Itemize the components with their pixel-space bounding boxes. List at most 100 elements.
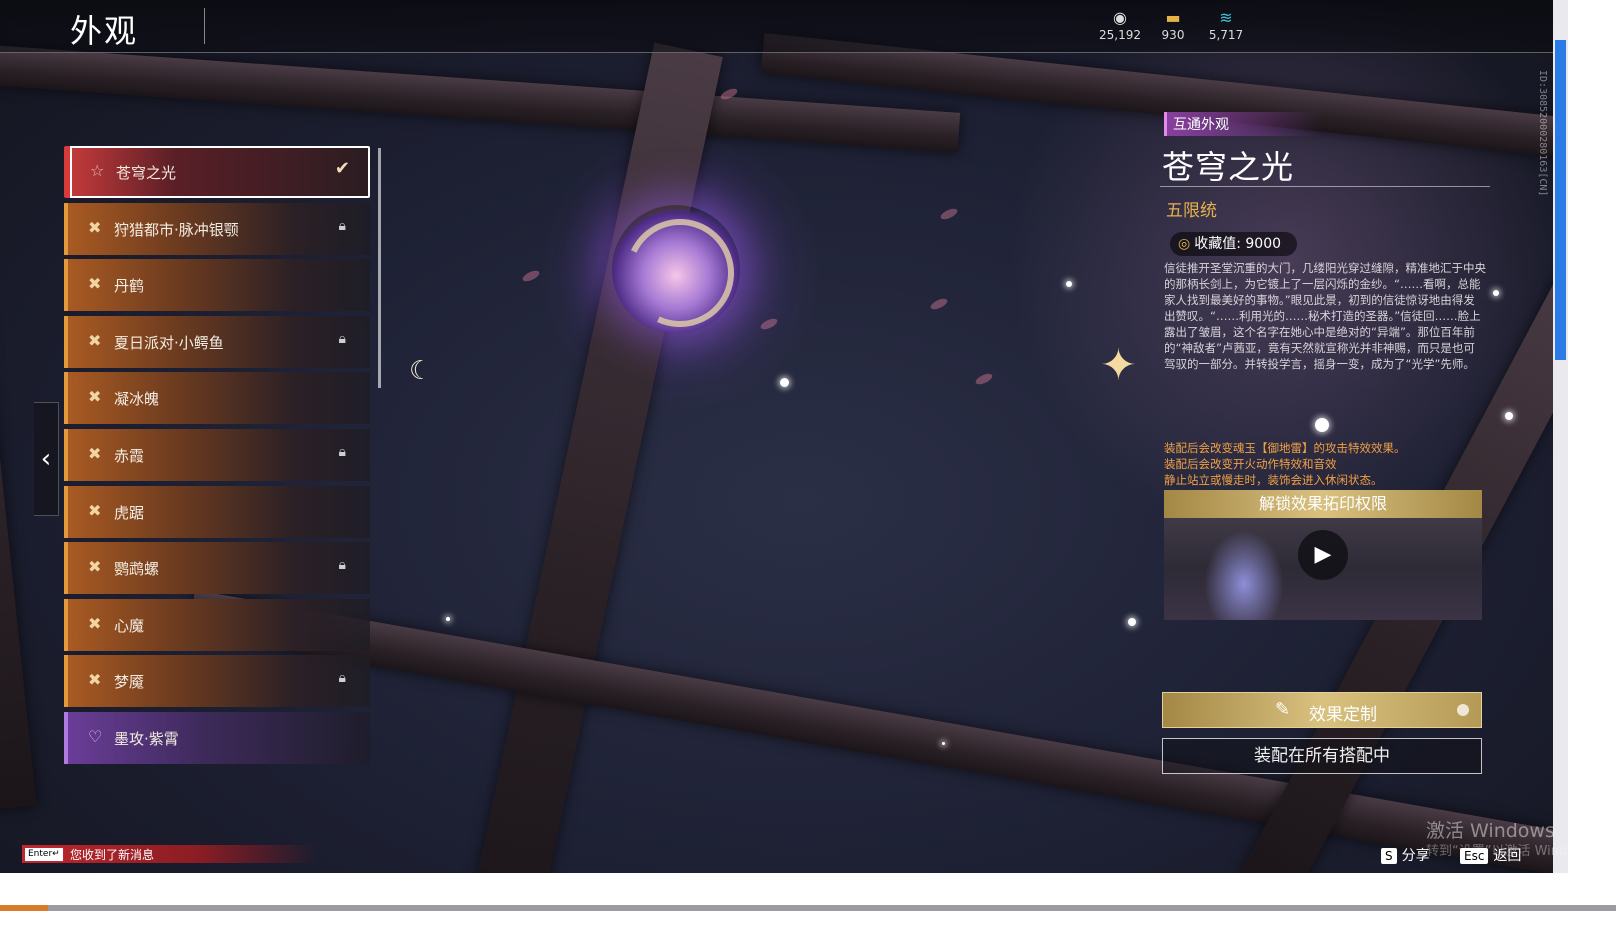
skin-item[interactable]: ✖ 鹦鹉螺 🔒︎ xyxy=(64,542,370,595)
notification-text: 您收到了新消息 xyxy=(70,848,155,862)
effect-note: 装配后会改变开火动作特效和音效 xyxy=(1164,457,1337,471)
moon-icon: ☾ xyxy=(409,356,433,386)
feather-icon: ≋ xyxy=(1219,8,1233,27)
lock-icon: 🔒︎ xyxy=(338,443,346,460)
wand-icon: ✎ xyxy=(1275,699,1291,720)
taskbar-strip xyxy=(0,905,1616,911)
lock-icon: 🔒︎ xyxy=(338,670,346,687)
skin-name: 鹦鹉螺 xyxy=(114,560,160,579)
skin-name: 狩猎都市·脉冲银颚 xyxy=(114,220,239,239)
skin-name: 墨攻·紫霄 xyxy=(114,729,179,748)
toggle-dot xyxy=(1457,704,1469,716)
skin-name: 凝冰魄 xyxy=(114,390,160,409)
title-divider xyxy=(204,8,205,44)
back-hotkey[interactable]: Esc 返回 xyxy=(1460,845,1521,865)
skin-item[interactable]: ✖ 丹鹤 xyxy=(64,259,370,312)
collection-value: 收藏值: 9000 xyxy=(1194,236,1282,252)
currency-gold: ▬ 930 xyxy=(1143,8,1203,42)
skin-name: 虎踞 xyxy=(114,503,145,522)
hotkey-key: Esc xyxy=(1460,848,1489,864)
collapse-panel-button[interactable]: ‹ xyxy=(34,402,59,516)
light-particle xyxy=(1493,290,1499,296)
sparkle-icon: ✦ xyxy=(1100,340,1137,391)
check-icon: ✔ xyxy=(334,158,350,179)
skin-item[interactable]: ✖ 赤霞 🔒︎ xyxy=(64,428,370,481)
lock-icon: 🔒︎ xyxy=(338,330,346,347)
currency-feather: ≋ 5,717 xyxy=(1196,8,1256,42)
skin-preview-orb xyxy=(610,203,750,343)
skin-item[interactable]: ✖ 夏日派对·小鳄鱼 🔒︎ xyxy=(64,315,370,368)
skin-emblem-icon: ✖ xyxy=(88,670,102,690)
skin-emblem-icon: ✖ xyxy=(88,443,102,463)
effect-customize-button[interactable]: ✎ 效果定制 xyxy=(1162,692,1482,728)
skin-name: 丹鹤 xyxy=(114,277,145,296)
light-particle xyxy=(780,378,789,387)
petal xyxy=(521,268,541,284)
share-hotkey[interactable]: S 分享 xyxy=(1381,845,1430,865)
light-particle xyxy=(1066,281,1072,287)
skin-item[interactable]: ✖ 心魔 xyxy=(64,598,370,651)
gold-bar-icon: ▬ xyxy=(1165,8,1181,27)
page-title: 外观 xyxy=(70,12,139,50)
petal xyxy=(929,296,949,312)
effect-notes: 装配后会改变魂玉【御地雷】的攻击特效效果。 装配后会改变开火动作特效和音效 静止… xyxy=(1164,440,1486,488)
petal xyxy=(974,371,994,387)
heart-emblem-icon: ♡ xyxy=(88,726,103,746)
skin-item[interactable]: ☆ 苍穹之光 ✔ xyxy=(64,146,370,198)
skin-item[interactable]: ✖ 梦魇 🔒︎ xyxy=(64,655,370,708)
skin-item[interactable]: ✖ 虎踞 xyxy=(64,485,370,538)
skin-name: 赤霞 xyxy=(114,446,145,465)
skin-emblem-icon: ✖ xyxy=(88,330,102,350)
skin-description: 信徒推开圣堂沉重的大门，几缕阳光穿过缝隙，精准地汇于中央的那柄长剑上，为它镀上了… xyxy=(1164,261,1486,371)
skin-name: 夏日派对·小鳄鱼 xyxy=(114,333,224,352)
light-particle xyxy=(1505,412,1513,420)
enter-key-hint: Enter↵ xyxy=(24,847,64,862)
message-notification[interactable]: Enter↵ 您收到了新消息 xyxy=(22,845,317,863)
list-scrollbar[interactable] xyxy=(378,148,381,388)
video-title: 解锁效果拓印权限 xyxy=(1164,490,1482,518)
effect-preview-video[interactable]: 解锁效果拓印权限 ▶ xyxy=(1164,490,1482,620)
window-scrollbar[interactable] xyxy=(1553,0,1568,873)
skin-emblem-icon: ✖ xyxy=(88,274,102,294)
lock-icon: 🔒︎ xyxy=(338,557,346,574)
play-icon[interactable]: ▶ xyxy=(1298,530,1348,580)
silver-coin-icon: ◉ xyxy=(1113,8,1127,27)
skin-item[interactable]: ♡ 墨攻·紫霄 xyxy=(64,711,370,764)
skin-emblem-icon: ✖ xyxy=(88,557,102,577)
title-divider xyxy=(1160,186,1490,187)
skin-list: ☆ 苍穹之光 ✔ ✖ 狩猎都市·脉冲银颚 🔒︎ ✖ 丹鹤 ✖ 夏日派对·小鳄鱼 … xyxy=(64,146,374,776)
light-particle xyxy=(1128,618,1136,626)
shared-skin-tag: 互通外观 xyxy=(1164,112,1321,136)
skin-emblem-icon: ✖ xyxy=(88,613,102,633)
skin-item[interactable]: ✖ 凝冰魄 xyxy=(64,372,370,425)
skin-title: 苍穹之光 xyxy=(1162,148,1295,186)
hotkey-label: 分享 xyxy=(1401,848,1430,864)
lock-icon: 🔒︎ xyxy=(338,217,346,234)
currency-value: 25,192 xyxy=(1099,28,1141,42)
hotkey-label: 返回 xyxy=(1493,848,1522,864)
currency-silver: ◉ 25,192 xyxy=(1090,8,1150,42)
petal xyxy=(939,206,959,222)
skin-name: 心魔 xyxy=(114,616,145,635)
star-icon: ☆ xyxy=(90,161,105,180)
collection-icon: ◎ xyxy=(1178,236,1191,252)
skin-emblem-icon: ✖ xyxy=(88,500,102,520)
dome-beam xyxy=(467,42,723,873)
effect-note: 静止站立或慢走时，装饰会进入休闲状态。 xyxy=(1164,473,1383,487)
character-figure xyxy=(1204,530,1284,620)
button-label: 效果定制 xyxy=(1309,705,1377,725)
skin-name: 梦魇 xyxy=(114,673,145,692)
petal xyxy=(759,316,779,332)
player-id: ID:3085200028016​3[CN] xyxy=(1537,70,1548,197)
skin-emblem-icon: ✖ xyxy=(88,387,102,407)
skin-item[interactable]: ✖ 狩猎都市·脉冲银颚 🔒︎ xyxy=(64,202,370,255)
effect-note: 装配后会改变魂玉【御地雷】的攻击特效效果。 xyxy=(1164,441,1406,455)
top-bar: 外观 ◉ 25,192 ▬ 930 ≋ 5,717 xyxy=(0,0,1553,53)
skin-name: 苍穹之光 xyxy=(116,164,177,182)
skin-emblem-icon: ✖ xyxy=(88,217,102,237)
dome-beam xyxy=(0,108,37,812)
currency-value: 930 xyxy=(1161,28,1185,42)
equip-all-button[interactable]: 装配在所有搭配中 xyxy=(1162,738,1482,774)
rarity-label: 五限统 xyxy=(1166,201,1217,221)
collection-value-badge: ◎ 收藏值: 9000 xyxy=(1170,232,1298,256)
